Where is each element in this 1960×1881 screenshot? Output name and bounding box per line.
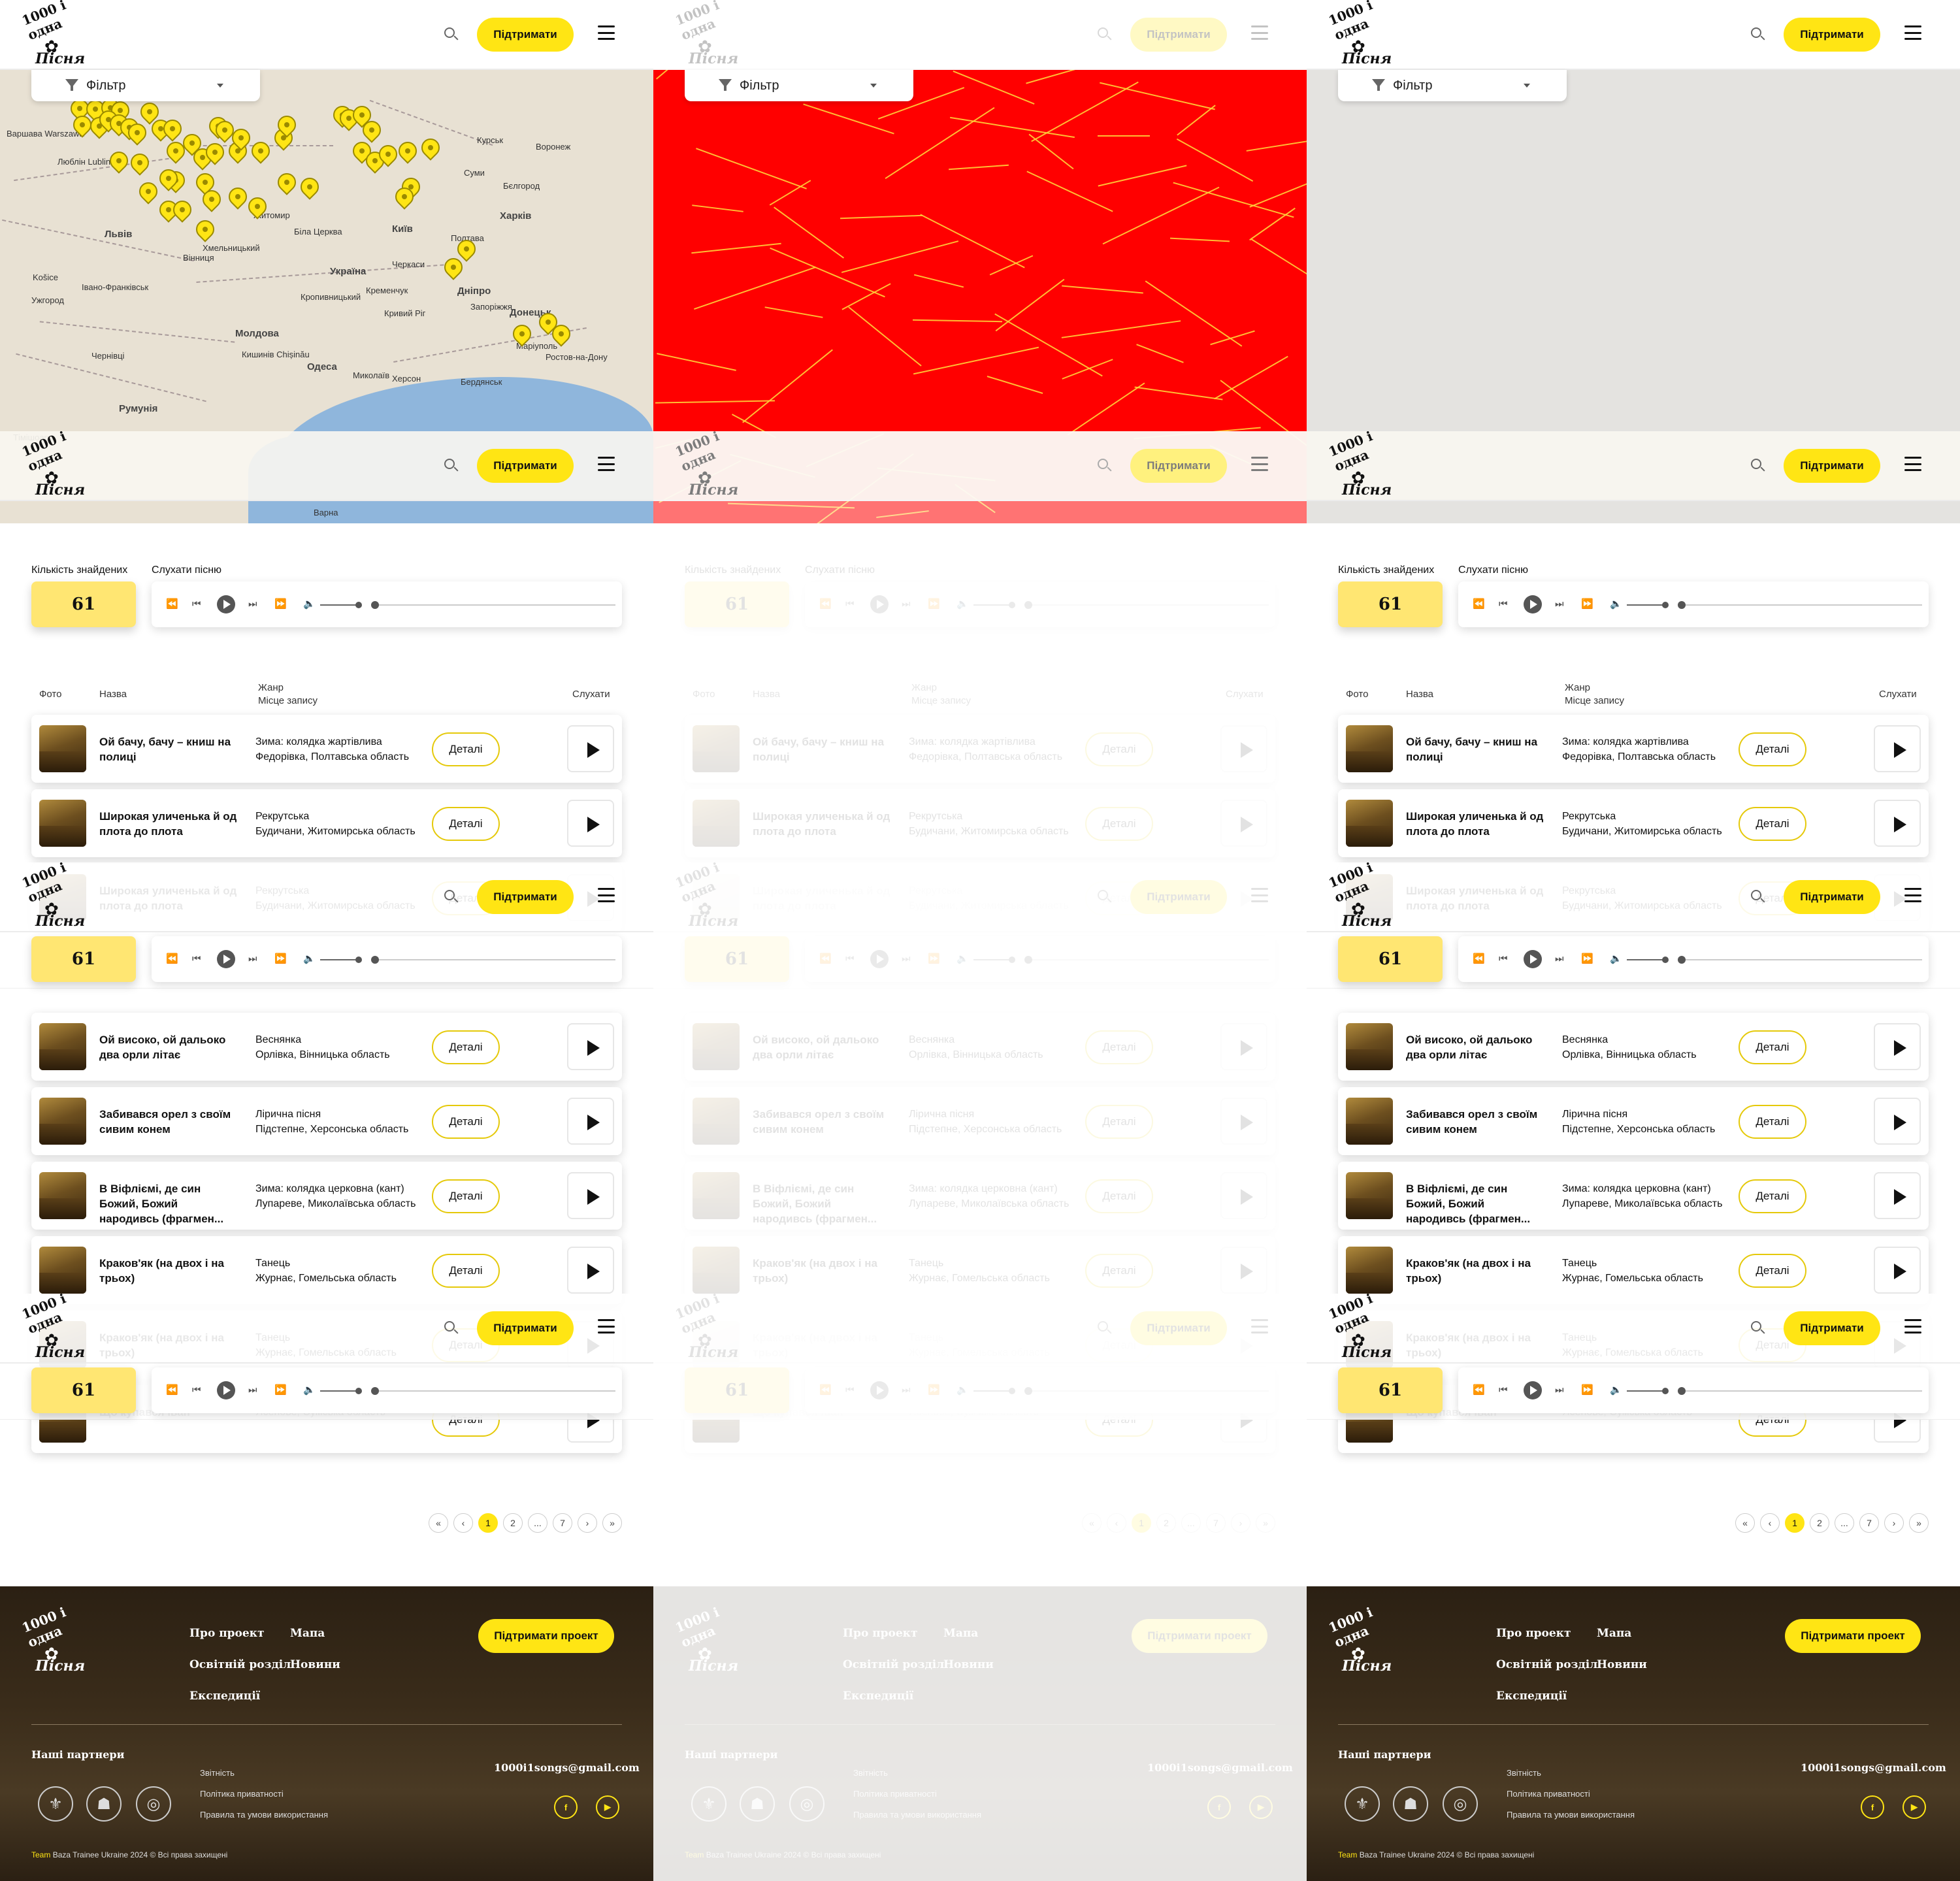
page-item[interactable]: 2 [503,1513,523,1533]
footer-link-edu[interactable]: Освітній розділ [1496,1658,1597,1671]
fast-forward-icon[interactable]: ⏩ [1581,1385,1593,1396]
next-icon[interactable]: ⏭ [248,1385,257,1396]
page-capture-grey: 1000 і одна ✿ Пісня Підтримати Фільтр 1000 і … [1307,0,1960,1881]
footer-link-edu[interactable]: Освітній розділ [189,1658,291,1671]
audio-player[interactable]: ⏪ ⏮ ⏭ ⏩ 🔈 [152,1367,622,1413]
pagination[interactable]: «‹12... 7 ›» [429,1513,622,1533]
page-capture-red: Варшава WarszawaЛюблін LublinЛьвівКиївЖи… [653,0,1307,1881]
copyright: Team Baza Trainee Ukraine 2024 © Всі пра… [1338,1850,1534,1859]
page-item[interactable]: › [1884,1513,1904,1533]
footer-logo[interactable]: 1000 і одна✿Пісня [20,1604,88,1675]
youtube-icon[interactable]: ▶ [596,1795,619,1819]
found-count: 61 [1338,1367,1443,1413]
page-item[interactable]: 2 [1810,1513,1829,1533]
page-item[interactable]: 7 [1859,1513,1879,1533]
fast-forward-icon[interactable]: ⏩ [274,1385,287,1396]
page-capture-map: Варшава Warszawa Люблін Lublin Львів Київ Жи… [0,0,653,1881]
progress-slider[interactable] [1678,1387,1922,1395]
logo-bottom-text: Пісня [35,1658,86,1675]
site-footer: 1000 і одна✿Пісня Про проект Мапа Освітній … [0,1586,653,1881]
footer-link-map[interactable]: Мапа [1597,1627,1631,1640]
screenshot-root: Варшава Warszawa Люблін Lublin Львів Київ Жи… [0,0,1960,1881]
play-icon[interactable] [217,1381,235,1399]
progress-slider[interactable] [371,1387,615,1395]
page-item[interactable]: ... [1835,1513,1854,1533]
partner-logo[interactable]: ⚜ [1345,1786,1380,1822]
page-item[interactable]: 1 [478,1513,498,1533]
page-item[interactable]: ‹ [1760,1513,1780,1533]
footer-link-terms[interactable]: Правила та умови використання [200,1810,328,1820]
page-item[interactable]: ‹ [453,1513,473,1533]
found-count: 61 [31,1367,136,1413]
next-icon[interactable]: ⏭ [1555,1385,1564,1396]
footer-link-report[interactable]: Звітність [1507,1768,1541,1778]
page-item[interactable]: « [429,1513,448,1533]
copyright-text: Baza Trainee Ukraine 2024 © Всі права за… [1359,1850,1535,1859]
support-project-button[interactable]: Підтримати проект [1785,1619,1921,1653]
volume-slider[interactable] [320,1388,362,1394]
partner-logo[interactable]: ☗ [1393,1786,1428,1822]
footer-link-expeditions[interactable]: Експедиції [1496,1690,1567,1703]
facebook-icon[interactable]: f [554,1795,578,1819]
footer-link-about[interactable]: Про проект [1496,1627,1571,1640]
faded-sticky-overlay [653,431,1307,523]
copyright: Team Baza Trainee Ukraine 2024 © Всі пра… [31,1850,227,1859]
partners-heading: Наші партнери [31,1748,125,1761]
page-item[interactable]: › [578,1513,597,1533]
page-item[interactable]: « [1735,1513,1755,1533]
page-item[interactable]: » [1909,1513,1929,1533]
copyright-team: Team [31,1850,51,1859]
page-item[interactable]: 1 [1785,1513,1805,1533]
partners-heading: Наші партнери [1338,1748,1431,1761]
play-icon[interactable] [1524,1381,1542,1399]
copyright-team: Team [1338,1850,1358,1859]
logo-top-text: 1000 і одна [1326,1604,1375,1650]
rewind-icon[interactable]: ⏪ [166,1385,178,1396]
footer-link-about[interactable]: Про проект [189,1627,265,1640]
pagination[interactable]: «‹12... 7›» [1735,1513,1929,1533]
page-item[interactable]: » [602,1513,622,1533]
copyright-text: Baza Trainee Ukraine 2024 © Всі права за… [52,1850,228,1859]
volume-icon[interactable]: 🔈 [1610,1385,1622,1396]
logo-top-text: 1000 і одна [20,1604,69,1650]
page-item[interactable]: 7 [553,1513,572,1533]
previous-icon[interactable]: ⏮ [192,1385,201,1396]
logo-bottom-text: Пісня [1342,1658,1392,1675]
footer-link-privacy[interactable]: Політика приватності [1507,1789,1590,1799]
faded-content-overlay [653,523,1307,1881]
faded-header-overlay [653,0,1307,70]
footer-email[interactable]: 1000i1songs@gmail.com [494,1761,640,1774]
partner-logo[interactable]: ◎ [1443,1786,1478,1822]
rewind-icon[interactable]: ⏪ [1473,1385,1485,1396]
footer-link-map[interactable]: Мапа [290,1627,325,1640]
support-project-button[interactable]: Підтримати проект [478,1619,614,1653]
audio-player[interactable]: ⏪ ⏮ ⏭ ⏩ 🔈 [1458,1367,1929,1413]
footer-divider [1338,1724,1929,1725]
footer-link-news[interactable]: Новини [290,1658,340,1671]
footer-link-terms[interactable]: Правила та умови використання [1507,1810,1635,1820]
previous-icon[interactable]: ⏮ [1499,1385,1508,1396]
youtube-icon[interactable]: ▶ [1903,1795,1926,1819]
site-footer: 1000 і одна✿Пісня Про проект Мапа Освітній … [1307,1586,1960,1881]
footer-email[interactable]: 1000i1songs@gmail.com [1801,1761,1946,1774]
partner-logo[interactable]: ◎ [136,1786,171,1822]
footer-divider [31,1724,622,1725]
footer-link-report[interactable]: Звітність [200,1768,235,1778]
volume-slider[interactable] [1627,1388,1669,1394]
footer-link-expeditions[interactable]: Експедиції [189,1690,260,1703]
facebook-icon[interactable]: f [1861,1795,1884,1819]
volume-icon[interactable]: 🔈 [303,1385,316,1396]
footer-link-privacy[interactable]: Політика приватності [200,1789,284,1799]
partner-logo[interactable]: ⚜ [38,1786,73,1822]
partner-logo[interactable]: ☗ [86,1786,122,1822]
footer-logo[interactable]: 1000 і одна✿Пісня [1326,1604,1394,1675]
footer-link-news[interactable]: Новини [1597,1658,1647,1671]
page-item[interactable]: ... [528,1513,547,1533]
